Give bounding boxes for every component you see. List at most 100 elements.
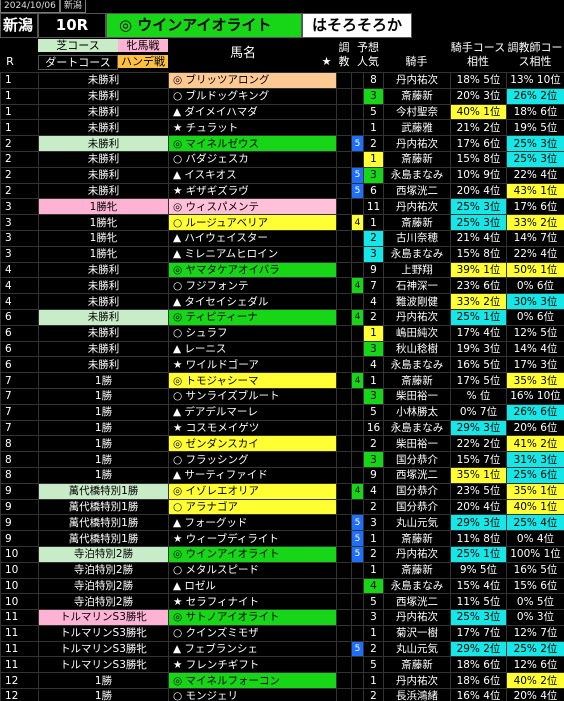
odds-rank: 3 [363, 514, 384, 532]
horse-name: ▲ イスキオス [168, 166, 337, 184]
jockey-name: 斎藤新 [383, 656, 451, 674]
race-number: 1 [0, 72, 39, 89]
trainer-stat: 16% 5位 [506, 561, 564, 579]
jockey-stat: 29% 2位 [450, 640, 507, 658]
race-class: 1勝 [38, 403, 169, 421]
horse-name: ◎ ヤマタケアオイバラ [168, 261, 337, 279]
star-mark [336, 245, 352, 263]
horse-name: ○ アラナゴア [168, 498, 337, 516]
odds-rank: 1 [363, 214, 384, 231]
table-header: 芝コース ダートコース 牝馬戦 ハンデ戦 R 馬名 ★ 調教 予想人気 騎手 騎… [0, 39, 564, 72]
table-row: 12 1勝 ◎ マイネルフォーコン 1 丹内祐次 18% 6位 40% 2位 [0, 672, 564, 690]
table-row: 1 未勝利 ◎ ブリッツアロング 8 丹内祐次 18% 5位 13% 10位 [0, 72, 564, 89]
horse-name: ◎ マイネルゼウス [168, 135, 337, 152]
table-row: 11 トルマリンS3勝牝 ◎ サトノアイオライト 3 丹内祐次 25% 3位 0% 3位 [0, 609, 564, 626]
star-mark [336, 198, 352, 216]
star-mark [336, 119, 352, 137]
table-row: 8 1勝 ▲ サーティファイド 9 西塚洸二 35% 1位 25% 6位 [0, 466, 564, 484]
race-number: 3 [0, 214, 39, 231]
horse-name: ▲ ロゼル [168, 577, 337, 595]
race-number: 9 [0, 498, 39, 516]
adjust-value [351, 229, 364, 247]
star-mark [336, 482, 352, 500]
adjust-value [351, 435, 364, 453]
race-class: 未勝利 [38, 356, 169, 374]
adjust-value [351, 609, 364, 626]
horse-name: ◎ ウインアイオライト [168, 545, 337, 563]
jockey-stat: 17% 7位 [450, 624, 507, 642]
trainer-stat: 0% 6位 [506, 277, 564, 295]
horse-name: ★ ワイルドゴーア [168, 356, 337, 374]
jockey-name: 長浜鴻緒 [383, 688, 451, 701]
race-number: 2 [0, 182, 39, 200]
venue-label: 新潟 [59, 0, 86, 13]
odds-rank: 4 [363, 356, 384, 374]
race-class: トルマリンS3勝牝 [38, 640, 169, 658]
table-row: 12 1勝 ○ モンジェリ 2 長浜鴻緒 16% 4位 20% 4位 [0, 688, 564, 701]
jockey-name: 斎藤新 [383, 530, 451, 547]
table-row: 10 寺泊特別2勝 ▲ ロゼル 4 永島まなみ 15% 4位 15% 6位 [0, 577, 564, 595]
adjust-value [351, 451, 364, 468]
race-class: 寺泊特別2勝 [38, 577, 169, 595]
adjust-value [351, 340, 364, 358]
race-class: 未勝利 [38, 103, 169, 121]
race-class: 寺泊特別2勝 [38, 593, 169, 611]
table-row: 7 1勝 ○ サンライズブルート 3 柴田裕一% 位 16% 10位 [0, 387, 564, 405]
odds-rank: 2 [363, 688, 384, 701]
odds-rank: 8 [363, 72, 384, 89]
odds-rank: 4 [363, 577, 384, 595]
horse-name: ◎ トモジャシーマ [168, 372, 337, 389]
race-number: 9 [0, 482, 39, 500]
star-mark [336, 324, 352, 342]
trainer-stat: 40% 1位 [506, 498, 564, 516]
horse-name: ★ フレンチギフト [168, 656, 337, 674]
race-class: 1勝 [38, 387, 169, 405]
odds-rank: 1 [363, 561, 384, 579]
odds-rank: 9 [363, 261, 384, 279]
horse-name: ○ ルージュアベリア [168, 214, 337, 231]
jockey-name: 永島まなみ [383, 356, 451, 374]
jockey-name: 斎藤新 [383, 214, 451, 231]
jockey-name: 国分恭介 [383, 482, 451, 500]
race-class: 1勝牝 [38, 229, 169, 247]
trainer-stat: 40% 2位 [506, 672, 564, 690]
horse-name: ○ バダジェスカ [168, 150, 337, 168]
jockey-stat: % 位 [450, 387, 507, 405]
table-row: 9 萬代橋特別1勝 ★ ウィーブディライト 5 1 斎藤新 11% 8位 0% 4位 [0, 530, 564, 547]
title-horse: ◎ ウインアイオライト [106, 13, 302, 38]
race-number: 9 [0, 530, 39, 547]
horse-name: ★ ウィーブディライト [168, 530, 337, 547]
header-adjust: 調教 [338, 41, 350, 68]
race-number: 2 [0, 135, 39, 152]
race-number: 6 [0, 308, 39, 326]
adjust-value: 5 [351, 545, 364, 563]
star-mark [336, 261, 352, 279]
trainer-stat: 35% 1位 [506, 482, 564, 500]
trainer-stat: 0% 6位 [506, 308, 564, 326]
adjust-value: 4 [351, 308, 364, 326]
table-row: 9 萬代橋特別1勝 ◎ イゾレエオリア 4 4 国分恭介 23% 5位 35% 1位 [0, 482, 564, 500]
race-class: 1勝 [38, 688, 169, 701]
race-number: 6 [0, 324, 39, 342]
jockey-stat: 17% 5位 [450, 372, 507, 389]
adjust-value [351, 403, 364, 421]
jockey-name: 永島まなみ [383, 166, 451, 184]
horse-name: ▲ ミレニアムヒロイン [168, 245, 337, 263]
header-horse: 馬名 [229, 46, 256, 61]
odds-rank: 3 [363, 166, 384, 184]
horse-name: ◎ サトノアイオライト [168, 609, 337, 626]
title-bar: 新潟 10R ◎ ウインアイオライト はそろそろか [0, 13, 564, 38]
star-mark [336, 688, 352, 701]
star-mark [336, 229, 352, 247]
jockey-name: 国分恭介 [383, 498, 451, 516]
race-number: 8 [0, 451, 39, 468]
table-row: 3 1勝牝 ○ ルージュアベリア 4 1 斎藤新 25% 3位 33% 2位 [0, 214, 564, 231]
trainer-stat: 20% 6位 [506, 419, 564, 437]
odds-rank: 16 [363, 419, 384, 437]
horse-name: ▲ タイセイシェダル [168, 293, 337, 310]
table-row: 3 1勝牝 ◎ ウィスパメンテ 11 丹内祐次 25% 3位 17% 6位 [0, 198, 564, 216]
trainer-stat: 17% 6位 [506, 198, 564, 216]
odds-rank: 3 [363, 387, 384, 405]
table-row: 2 未勝利 ★ ギザギズラヴ 5 6 西塚洸二 20% 4位 43% 1位 [0, 182, 564, 200]
jockey-name: 斎藤新 [383, 150, 451, 168]
